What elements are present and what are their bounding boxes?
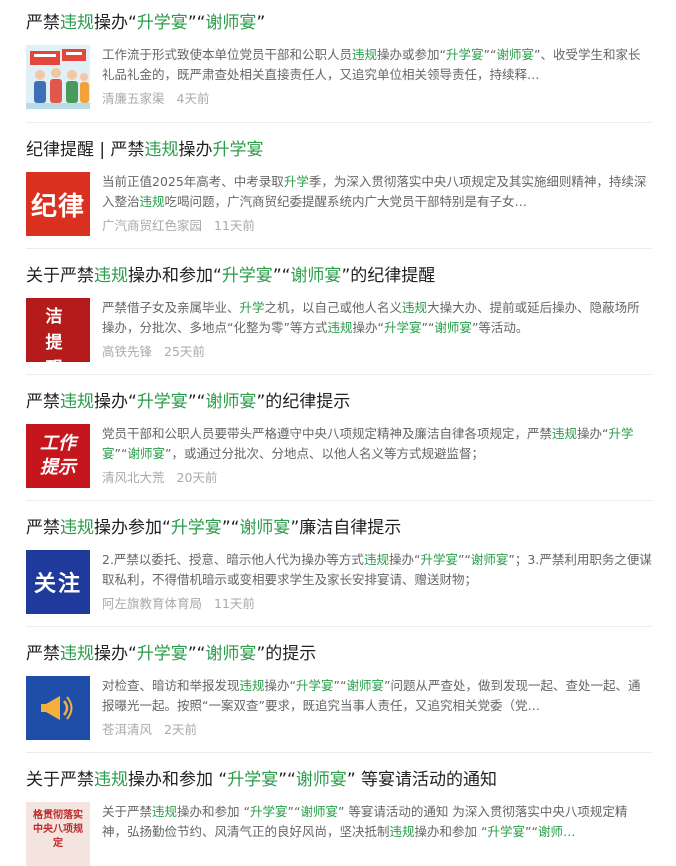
highlight-keyword: 谢师…	[537, 824, 576, 839]
highlight-keyword: 违规	[60, 392, 94, 412]
result-source[interactable]: 清廉五家渠	[102, 91, 165, 106]
result-thumbnail[interactable]: 廉洁提醒	[26, 298, 90, 362]
highlight-keyword: 违规	[144, 140, 179, 160]
result-meta: 阿左旗教育体育局 11天前	[102, 595, 652, 613]
highlight-keyword: 违规	[552, 426, 578, 441]
highlight-keyword: 谢师宴	[300, 804, 338, 819]
highlight-keyword: 违规	[239, 678, 265, 693]
highlight-keyword: 谢师宴	[346, 678, 384, 693]
result-source[interactable]: 苍洱清风	[102, 722, 152, 737]
highlight-keyword: 谢师宴	[205, 13, 257, 33]
highlight-keyword: 违规	[327, 320, 353, 335]
highlight-keyword: 升学	[283, 174, 309, 189]
highlight-keyword: 违规	[402, 300, 428, 315]
list-item[interactable]: 严禁违规操办参加“升学宴”“谢师宴”廉洁自律提示 关注 2.严禁以委托、授意、暗…	[26, 500, 652, 614]
thumbnail-text: 格贯彻落实中央八项规定	[33, 810, 83, 849]
highlight-keyword: 升学宴	[136, 392, 188, 412]
result-title[interactable]: 关于严禁违规操办和参加“升学宴”“谢师宴”的纪律提醒	[26, 264, 652, 288]
result-source[interactable]: 阿左旗教育体育局	[102, 596, 202, 611]
result-meta: 清廉五家渠 4天前	[102, 90, 652, 108]
highlight-keyword: 违规	[363, 552, 389, 567]
highlight-keyword: 违规	[139, 194, 165, 209]
result-title[interactable]: 严禁违规操办参加“升学宴”“谢师宴”廉洁自律提示	[26, 516, 652, 540]
highlight-keyword: 违规	[60, 518, 94, 538]
thumbnail-text: 纪律	[30, 191, 85, 222]
result-title[interactable]: 严禁违规操办“升学宴”“谢师宴”	[26, 11, 652, 35]
highlight-keyword: 违规	[352, 47, 378, 62]
search-result-list: 严禁违规操办“升学宴”“谢师宴” 工作流于形式致使本单位党员干部和公职人员违规操…	[0, 0, 676, 866]
highlight-keyword: 升学宴	[446, 47, 484, 62]
result-time: 11天前	[214, 596, 255, 611]
highlight-keyword: 升学	[239, 300, 265, 315]
campaign-illustration-icon[interactable]	[26, 45, 90, 109]
highlight-keyword: 升学宴	[227, 770, 279, 790]
result-meta: 高铁先锋 25天前	[102, 343, 652, 361]
highlight-keyword: 违规	[94, 266, 128, 286]
result-snippet: 2.严禁以委托、授意、暗示他人代为操办等方式违规操办“升学宴”“谢师宴”；3.严…	[102, 552, 652, 587]
result-thumbnail[interactable]: 关注	[26, 550, 90, 614]
highlight-keyword: 谢师宴	[470, 552, 509, 567]
thumbnail-text: 关注	[33, 572, 82, 597]
result-time: 11天前	[214, 218, 255, 233]
thumbnail-text: 廉洁提醒	[45, 298, 71, 362]
list-item[interactable]: 关于严禁违规操办和参加“升学宴”“谢师宴”的纪律提醒 廉洁提醒 严禁借子女及亲属…	[26, 248, 652, 362]
result-source[interactable]: 广汽商贸红色家园	[102, 218, 202, 233]
highlight-keyword: 谢师宴	[434, 320, 472, 335]
highlight-keyword: 谢师宴	[205, 392, 257, 412]
highlight-keyword: 升学宴	[296, 678, 334, 693]
result-time: 4天前	[176, 91, 210, 106]
highlight-keyword: 违规	[152, 804, 178, 819]
highlight-keyword: 违规	[60, 13, 94, 33]
result-source[interactable]: 高铁先锋	[102, 344, 152, 359]
result-meta: 苍洱清风 2天前	[102, 721, 652, 739]
highlight-keyword: 谢师宴	[239, 518, 291, 538]
highlight-keyword: 谢师宴	[295, 770, 347, 790]
result-thumbnail[interactable]: 纪律	[26, 172, 90, 236]
result-time: 2天前	[164, 722, 197, 737]
highlight-keyword: 升学宴	[136, 644, 188, 664]
result-snippet: 严禁借子女及亲属毕业、升学之机，以自己或他人名义违规大操大办、提前或延后操办、隐…	[102, 300, 640, 335]
highlight-keyword: 违规	[94, 770, 128, 790]
result-title[interactable]: 严禁违规操办“升学宴”“谢师宴”的纪律提示	[26, 390, 652, 414]
list-item[interactable]: 纪律提醒 | 严禁违规操办升学宴 纪律 当前正值2025年高考、中考录取升学季，…	[26, 122, 652, 236]
result-snippet: 对检查、暗访和举报发现违规操办“升学宴”“谢师宴”问题从严查处，做到发现一起、查…	[102, 678, 641, 713]
highlight-keyword: 违规	[60, 644, 94, 664]
result-meta: 清风北大荒 20天前	[102, 469, 652, 487]
result-snippet: 党员干部和公职人员要带头严格遵守中央八项规定精神及廉洁自律各项规定，严禁违规操办…	[102, 426, 634, 461]
highlight-keyword: 升学宴	[221, 266, 273, 286]
result-time: 25天前	[164, 344, 205, 359]
result-title[interactable]: 严禁违规操办“升学宴”“谢师宴”的提示	[26, 642, 652, 666]
result-meta: 广汽商贸红色家园 11天前	[102, 217, 652, 235]
highlight-keyword: 升学宴	[420, 552, 458, 567]
highlight-keyword: 谢师宴	[127, 446, 165, 461]
result-thumbnail[interactable]: 格贯彻落实中央八项规定	[26, 802, 90, 866]
highlight-keyword: 升学宴	[249, 804, 288, 819]
result-snippet: 关于严禁违规操办和参加 “升学宴”“谢师宴” 等宴请活动的通知 为深入贯彻落实中…	[102, 804, 628, 839]
list-item[interactable]: 关于严禁违规操办和参加 “升学宴”“谢师宴” 等宴请活动的通知 格贯彻落实中央八…	[26, 752, 652, 866]
highlight-keyword: 升学宴	[212, 140, 264, 160]
result-time: 20天前	[176, 470, 218, 485]
list-item[interactable]: 严禁违规操办“升学宴”“谢师宴”的提示 对检查、暗访和举报发现违规操办“升学宴”…	[26, 626, 652, 740]
highlight-keyword: 违规	[389, 824, 415, 839]
result-title[interactable]: 纪律提醒 | 严禁违规操办升学宴	[26, 138, 652, 162]
result-thumbnail[interactable]: 工作提示	[26, 424, 90, 488]
thumbnail-text: 工作提示	[40, 433, 76, 478]
result-title[interactable]: 关于严禁违规操办和参加 “升学宴”“谢师宴” 等宴请活动的通知	[26, 768, 652, 792]
result-snippet: 工作流于形式致使本单位党员干部和公职人员违规操办或参加“升学宴”“谢师宴”、收受…	[102, 47, 641, 82]
highlight-keyword: 升学宴	[136, 13, 188, 33]
list-item[interactable]: 严禁违规操办“升学宴”“谢师宴” 工作流于形式致使本单位党员干部和公职人员违规操…	[26, 11, 652, 109]
result-source[interactable]: 清风北大荒	[102, 470, 165, 485]
result-snippet: 当前正值2025年高考、中考录取升学季，为深入贯彻落实中央八项规定及其实施细则精…	[102, 174, 647, 209]
highlight-keyword: 谢师宴	[290, 266, 342, 286]
highlight-keyword: 谢师宴	[205, 644, 257, 664]
megaphone-icon[interactable]	[26, 676, 90, 740]
highlight-keyword: 谢师宴	[496, 47, 534, 62]
highlight-keyword: 升学宴	[487, 824, 525, 839]
highlight-keyword: 升学宴	[383, 320, 422, 335]
highlight-keyword: 升学宴	[170, 518, 222, 538]
list-item[interactable]: 严禁违规操办“升学宴”“谢师宴”的纪律提示 工作提示 党员干部和公职人员要带头严…	[26, 374, 652, 488]
